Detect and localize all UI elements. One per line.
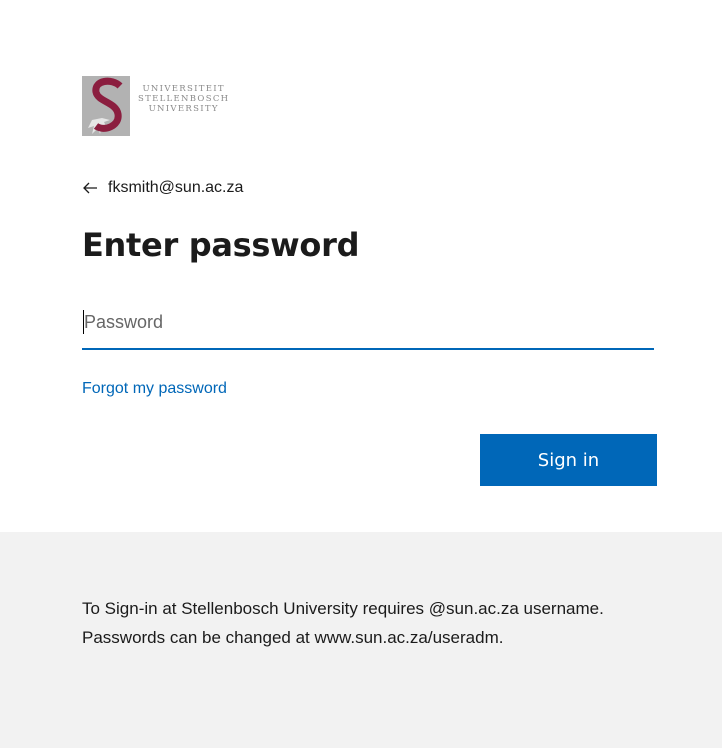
signin-page: UNIVERSITEIT STELLENBOSCH UNIVERSITY fks… [0, 0, 722, 748]
identity-back-button[interactable]: fksmith@sun.ac.za [82, 176, 243, 200]
forgot-password-link[interactable]: Forgot my password [82, 380, 227, 398]
university-logo: UNIVERSITEIT STELLENBOSCH UNIVERSITY [82, 76, 262, 136]
password-input[interactable] [82, 300, 654, 344]
wordmark-line-2: STELLENBOSCH [138, 94, 230, 104]
sign-in-button[interactable]: Sign in [480, 434, 657, 486]
text-cursor [83, 310, 84, 334]
footer-message: To Sign-in at Stellenbosch University re… [82, 599, 604, 647]
signin-card: UNIVERSITEIT STELLENBOSCH UNIVERSITY fks… [0, 0, 722, 532]
back-arrow-icon[interactable] [82, 181, 98, 195]
stellenbosch-crest-icon [82, 76, 130, 136]
footer-banner: To Sign-in at Stellenbosch University re… [0, 532, 722, 748]
password-field-wrapper [82, 300, 654, 350]
identity-email: fksmith@sun.ac.za [108, 179, 244, 196]
wordmark-line-3: UNIVERSITY [148, 104, 219, 114]
university-wordmark: UNIVERSITEIT STELLENBOSCH UNIVERSITY [138, 84, 229, 114]
wordmark-line-1: UNIVERSITEIT [142, 84, 225, 94]
page-title: Enter password [82, 226, 360, 264]
